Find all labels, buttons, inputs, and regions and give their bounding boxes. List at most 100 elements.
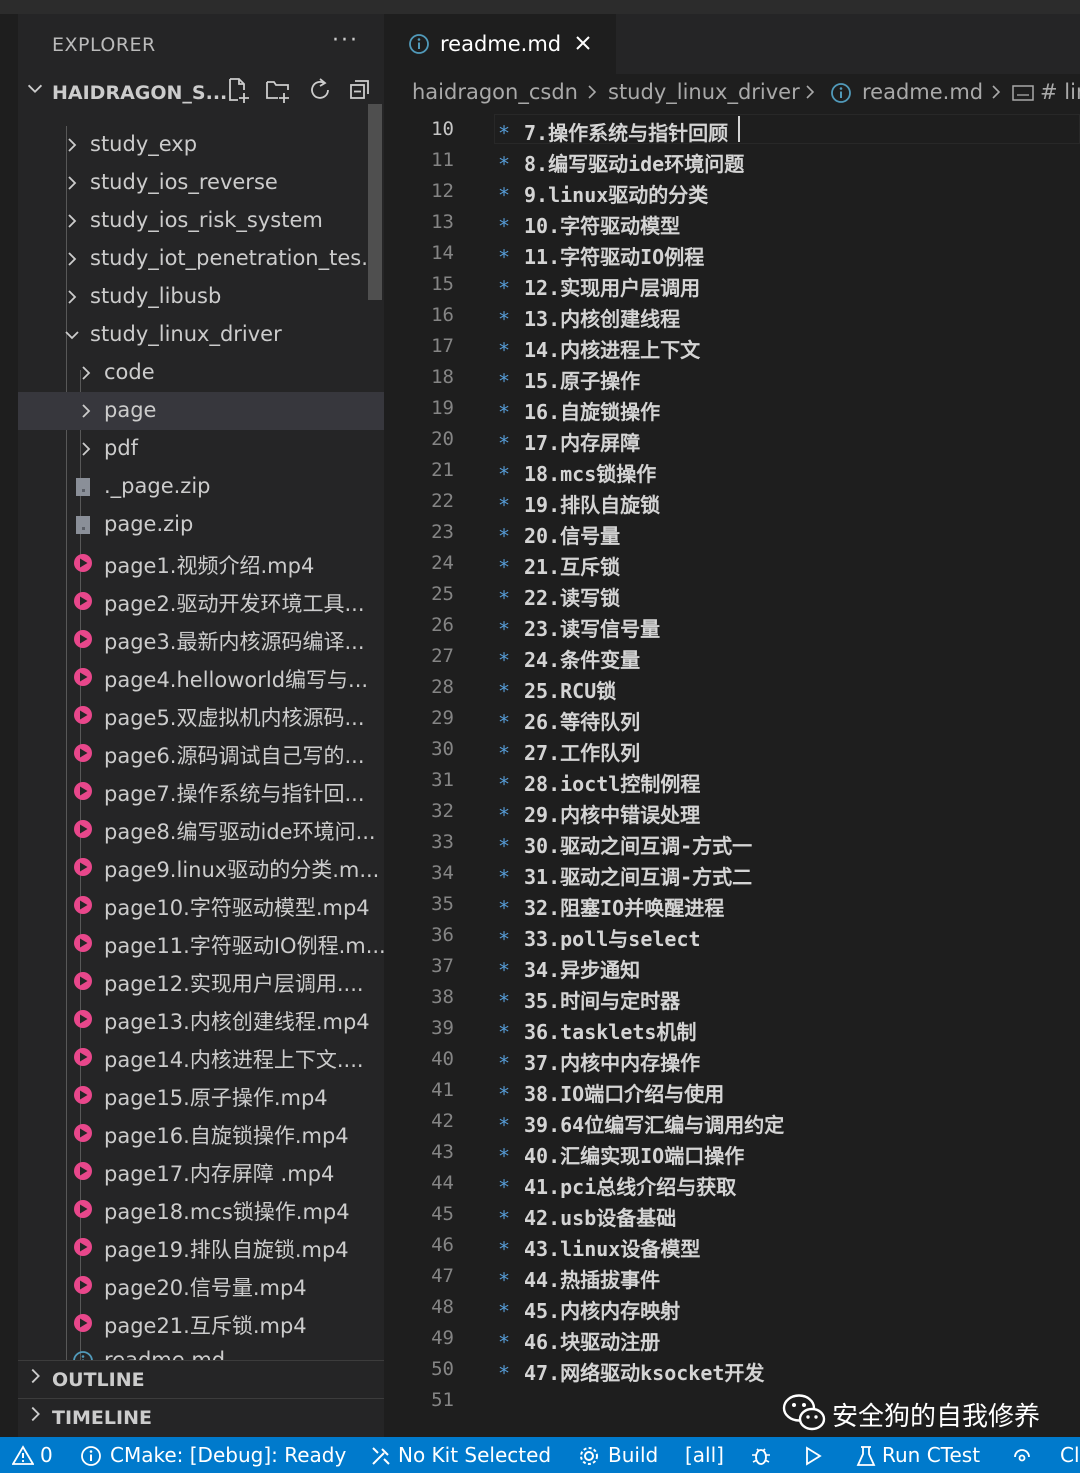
code-line[interactable]: 29 ∗ 26.等待队列: [384, 703, 1080, 734]
debug-icon[interactable]: [750, 1445, 772, 1467]
code-line[interactable]: 31 ∗ 28.ioctl控制例程: [384, 765, 1080, 796]
tree-file[interactable]: page9.linux驱动的分类.m...: [18, 848, 384, 886]
breadcrumb-item[interactable]: readme.md: [862, 80, 983, 104]
warning-icon[interactable]: [12, 1445, 34, 1465]
new-file-icon[interactable]: [224, 76, 252, 104]
code-line[interactable]: 11 ∗ 8.编写驱动ide环境问题: [384, 145, 1080, 176]
tree-folder[interactable]: study_exp: [18, 126, 384, 164]
more-actions-icon[interactable]: ···: [332, 28, 359, 53]
code-area[interactable]: 10 ∗ 7.操作系统与指针回顾 11 ∗ 8.编写驱动ide环境问题 12 ∗ 9.linux…: [384, 114, 1080, 1437]
tree-file[interactable]: page1.视频介绍.mp4: [18, 544, 384, 582]
code-line[interactable]: 39 ∗ 36.tasklets机制: [384, 1013, 1080, 1044]
tree-file[interactable]: ._page.zip: [18, 468, 384, 506]
kit-selector[interactable]: No Kit Selected: [398, 1443, 551, 1467]
code-line[interactable]: 18 ∗ 15.原子操作: [384, 362, 1080, 393]
code-line[interactable]: 20 ∗ 17.内存屏障: [384, 424, 1080, 455]
code-line[interactable]: 27 ∗ 24.条件变量: [384, 641, 1080, 672]
code-line[interactable]: 12 ∗ 9.linux驱动的分类: [384, 176, 1080, 207]
workspace-header[interactable]: HAIDRAGON_S...: [18, 74, 384, 112]
code-line[interactable]: 26 ∗ 23.读写信号量: [384, 610, 1080, 641]
breadcrumb-item[interactable]: study_linux_driver: [608, 80, 800, 104]
code-line[interactable]: 32 ∗ 29.内核中错误处理: [384, 796, 1080, 827]
broadcast-icon[interactable]: [1010, 1445, 1034, 1467]
tree-file[interactable]: page.zip: [18, 506, 384, 544]
tree-folder[interactable]: study_iot_penetration_tes...: [18, 240, 384, 278]
code-line[interactable]: 13 ∗ 10.字符驱动模型: [384, 207, 1080, 238]
code-line[interactable]: 49 ∗ 46.块驱动注册: [384, 1323, 1080, 1354]
code-line[interactable]: 14 ∗ 11.字符驱动IO例程: [384, 238, 1080, 269]
code-line[interactable]: 42 ∗ 39.64位编写汇编与调用约定: [384, 1106, 1080, 1137]
tree-folder[interactable]: study_libusb: [18, 278, 384, 316]
close-icon[interactable]: [572, 32, 594, 54]
tree-file[interactable]: page20.信号量.mp4: [18, 1266, 384, 1304]
code-line[interactable]: 22 ∗ 19.排队自旋锁: [384, 486, 1080, 517]
tree-file[interactable]: page5.双虚拟机内核源码...: [18, 696, 384, 734]
tree-folder[interactable]: study_ios_risk_system: [18, 202, 384, 240]
code-line[interactable]: 35 ∗ 32.阻塞IO并唤醒进程: [384, 889, 1080, 920]
code-line[interactable]: 34 ∗ 31.驱动之间互调-方式二: [384, 858, 1080, 889]
code-line[interactable]: 46 ∗ 43.linux设备模型: [384, 1230, 1080, 1261]
new-folder-icon[interactable]: [264, 76, 292, 104]
code-line[interactable]: 23 ∗ 20.信号量: [384, 517, 1080, 548]
tab-readme[interactable]: readme.md: [384, 14, 616, 74]
code-line[interactable]: 24 ∗ 21.互斥锁: [384, 548, 1080, 579]
code-line[interactable]: 19 ∗ 16.自旋锁操作: [384, 393, 1080, 424]
code-line[interactable]: 36 ∗ 33.poll与select: [384, 920, 1080, 951]
code-line[interactable]: 21 ∗ 18.mcs锁操作: [384, 455, 1080, 486]
tree-file[interactable]: page3.最新内核源码编译...: [18, 620, 384, 658]
collapse-all-icon[interactable]: [346, 76, 374, 104]
tree-file[interactable]: page12.实现用户层调用....: [18, 962, 384, 1000]
build-target[interactable]: [all]: [685, 1443, 724, 1467]
code-line[interactable]: 50 ∗ 47.网络驱动ksocket开发: [384, 1354, 1080, 1385]
code-line[interactable]: 15 ∗ 12.实现用户层调用: [384, 269, 1080, 300]
tree-file[interactable]: page7.操作系统与指针回...: [18, 772, 384, 810]
tree-file[interactable]: page16.自旋锁操作.mp4: [18, 1114, 384, 1152]
refresh-icon[interactable]: [306, 76, 334, 104]
tree-file[interactable]: page15.原子操作.mp4: [18, 1076, 384, 1114]
tree-folder[interactable]: study_ios_reverse: [18, 164, 384, 202]
code-line[interactable]: 37 ∗ 34.异步通知: [384, 951, 1080, 982]
code-line[interactable]: 40 ∗ 37.内核中内存操作: [384, 1044, 1080, 1075]
tree-file[interactable]: page4.helloworld编写与...: [18, 658, 384, 696]
tree-file[interactable]: page13.内核创建线程.mp4: [18, 1000, 384, 1038]
code-line[interactable]: 47 ∗ 44.热插拔事件: [384, 1261, 1080, 1292]
sidebar-scrollbar[interactable]: [368, 104, 382, 300]
code-line[interactable]: 30 ∗ 27.工作队列: [384, 734, 1080, 765]
tree-file[interactable]: page19.排队自旋锁.mp4: [18, 1228, 384, 1266]
tree-file[interactable]: readme.md: [18, 1342, 384, 1360]
code-line[interactable]: 44 ∗ 41.pci总线介绍与获取: [384, 1168, 1080, 1199]
code-line[interactable]: 48 ∗ 45.内核内存映射: [384, 1292, 1080, 1323]
play-icon[interactable]: [802, 1445, 824, 1467]
tree-file[interactable]: page10.字符驱动模型.mp4: [18, 886, 384, 924]
code-line[interactable]: 45 ∗ 42.usb设备基础: [384, 1199, 1080, 1230]
timeline-section[interactable]: TIMELINE: [18, 1398, 384, 1437]
code-line[interactable]: 10 ∗ 7.操作系统与指针回顾: [384, 114, 1080, 145]
tree-folder[interactable]: pdf: [18, 430, 384, 468]
tree-file[interactable]: page6.源码调试自己写的...: [18, 734, 384, 772]
run-ctest-button[interactable]: Run CTest: [882, 1443, 980, 1467]
tree-file[interactable]: page8.编写驱动ide环境问...: [18, 810, 384, 848]
warnings-count[interactable]: 0: [40, 1443, 53, 1467]
tree-folder[interactable]: code: [18, 354, 384, 392]
tree-file[interactable]: page17.内存屏障 .mp4: [18, 1152, 384, 1190]
build-button[interactable]: Build: [608, 1443, 658, 1467]
status-item-cl[interactable]: Cl: [1060, 1443, 1080, 1467]
tree-file[interactable]: page2.驱动开发环境工具...: [18, 582, 384, 620]
code-line[interactable]: 43 ∗ 40.汇编实现IO端口操作: [384, 1137, 1080, 1168]
cmake-status[interactable]: CMake: [Debug]: Ready: [110, 1443, 346, 1467]
code-line[interactable]: 38 ∗ 35.时间与定时器: [384, 982, 1080, 1013]
code-line[interactable]: 25 ∗ 22.读写锁: [384, 579, 1080, 610]
code-line[interactable]: 41 ∗ 38.IO端口介绍与使用: [384, 1075, 1080, 1106]
code-line[interactable]: 28 ∗ 25.RCU锁: [384, 672, 1080, 703]
code-line[interactable]: 17 ∗ 14.内核进程上下文: [384, 331, 1080, 362]
outline-section[interactable]: OUTLINE: [18, 1360, 384, 1399]
breadcrumb-item[interactable]: haidragon_csdn: [412, 80, 578, 104]
code-line[interactable]: 16 ∗ 13.内核创建线程: [384, 300, 1080, 331]
tree-file[interactable]: page18.mcs锁操作.mp4: [18, 1190, 384, 1228]
tree-file[interactable]: page14.内核进程上下文....: [18, 1038, 384, 1076]
tree-file[interactable]: page11.字符驱动IO例程.m...: [18, 924, 384, 962]
tree-file[interactable]: page21.互斥锁.mp4: [18, 1304, 384, 1342]
breadcrumb-item[interactable]: # lin: [1040, 80, 1080, 104]
code-line[interactable]: 33 ∗ 30.驱动之间互调-方式一: [384, 827, 1080, 858]
tree-folder[interactable]: page: [18, 392, 384, 430]
